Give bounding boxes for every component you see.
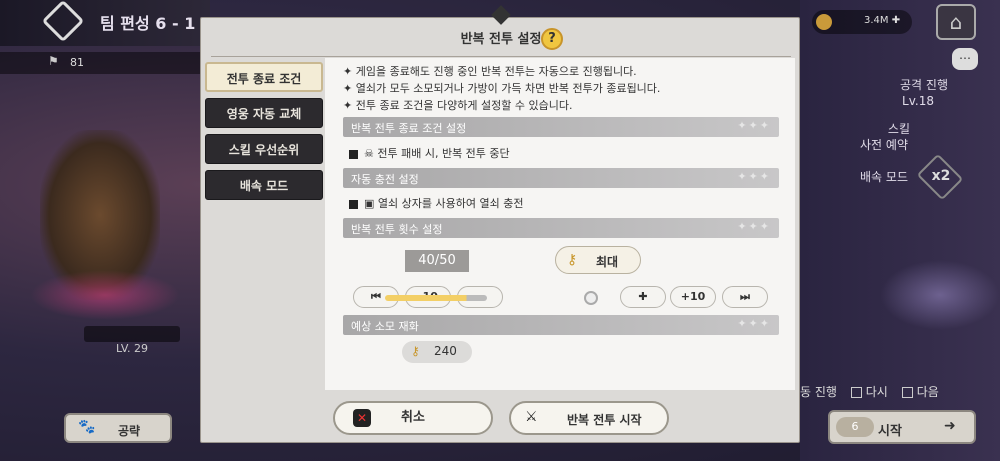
- decor-icon: ✦✦✦: [737, 220, 771, 233]
- skill-label: 스킬: [887, 122, 910, 136]
- option-label: 전투 패배 시, 반복 전투 중단: [377, 147, 510, 160]
- auto-progress-label: 동 진행: [800, 385, 837, 399]
- tab-end-condition[interactable]: 전투 종료 조건: [205, 62, 323, 92]
- section-title: 반복 전투 횟수 설정: [351, 223, 443, 236]
- repeat-count-slider[interactable]: [385, 295, 487, 301]
- skip-forward-icon: ⏭: [740, 290, 750, 303]
- tab-auto-hero-swap[interactable]: 영웅 자동 교체: [205, 98, 323, 128]
- start-repeat-label: 반복 전투 시작: [567, 413, 642, 427]
- hero-rank-bar: [84, 326, 180, 342]
- note-item: ✦ 전투 종료 조건을 다양하게 설정할 수 있습니다.: [343, 99, 573, 112]
- enemy-character: [880, 260, 1000, 330]
- stop-on-defeat-option[interactable]: ☠ 전투 패배 시, 반복 전투 중단: [349, 145, 510, 161]
- repeat-battle-dialog: 반복 전투 설정 ? 전투 종료 조건 영웅 자동 교체 스킬 우선순위 배속 …: [200, 5, 800, 443]
- skill-reserve-label: 사전 예약: [860, 138, 908, 152]
- chat-icon: …: [959, 48, 971, 62]
- page-title: 팀 편성 6 - 1: [100, 14, 196, 33]
- start-label: 시작: [878, 424, 902, 439]
- cat-icon: 🐾: [78, 419, 96, 435]
- section-header: 반복 전투 종료 조건 설정 ✦✦✦: [343, 117, 779, 137]
- key-icon: ⚷: [411, 344, 420, 358]
- strategy-label: 공략: [118, 424, 141, 438]
- hero-level: LV. 29: [116, 342, 149, 355]
- slider-handle[interactable]: [583, 291, 598, 305]
- plus-button[interactable]: ✚: [620, 286, 666, 308]
- cost-value: 240: [434, 344, 457, 358]
- plus-10-button[interactable]: +10: [670, 286, 716, 308]
- attack-level: Lv.18: [902, 94, 934, 108]
- team-power-value: 81: [70, 56, 84, 69]
- plus-icon: ✚: [638, 290, 648, 303]
- arrow-right-icon: ➜: [944, 418, 956, 434]
- skip-back-icon: ⏮: [371, 290, 381, 303]
- hero-glow: [30, 270, 180, 320]
- key-box-charge-option[interactable]: ▣ 열쇠 상자를 사용하여 열쇠 충전: [349, 195, 523, 211]
- speed-mode-label: 배속 모드: [860, 170, 908, 184]
- settings-content: ✦ 게임을 종료해도 진행 중인 반복 전투는 자동으로 진행됩니다. ✦ 열쇠…: [325, 58, 795, 390]
- note-item: ✦ 게임을 종료해도 진행 중인 반복 전투는 자동으로 진행됩니다.: [343, 65, 637, 78]
- next-checkbox[interactable]: [901, 387, 913, 398]
- section-title: 예상 소모 재화: [351, 320, 419, 333]
- battle-options: 동 진행 다시 다음: [800, 383, 1000, 403]
- home-icon: ⌂: [949, 10, 963, 34]
- option-label: 열쇠 상자를 사용하여 열쇠 충전: [377, 197, 524, 210]
- section-title: 반복 전투 종료 조건 설정: [351, 122, 467, 135]
- close-icon: ✕: [353, 409, 371, 427]
- decor-icon: ✦✦✦: [737, 170, 771, 183]
- attack-progress-label: 공격 진행: [900, 78, 948, 92]
- tab-speed-mode[interactable]: 배속 모드: [205, 170, 323, 200]
- last-button[interactable]: ⏭: [722, 286, 768, 308]
- tab-skill-priority[interactable]: 스킬 우선순위: [205, 134, 323, 164]
- home-button[interactable]: ⌂: [936, 4, 976, 40]
- skull-icon: ☠: [364, 147, 378, 160]
- chat-button[interactable]: …: [952, 48, 978, 70]
- decor-icon: ✦✦✦: [737, 317, 771, 330]
- repeat-count-display: 40/50: [405, 250, 469, 272]
- flag-icon: ⚑: [48, 54, 59, 68]
- max-label: 최대: [596, 255, 619, 269]
- checkbox[interactable]: [349, 149, 358, 159]
- section-header: 자동 충전 설정 ✦✦✦: [343, 168, 779, 188]
- help-button[interactable]: ?: [541, 28, 563, 50]
- divider: [211, 56, 791, 57]
- coin-icon: [816, 14, 832, 30]
- gold-value: 3.4M: [864, 15, 889, 26]
- section-title: 자동 충전 설정: [351, 173, 419, 186]
- key-icon: ⚷: [567, 252, 578, 268]
- again-label: 다시: [865, 385, 888, 399]
- team-power-bar: 81: [0, 52, 200, 74]
- again-checkbox[interactable]: [850, 387, 862, 398]
- start-cost-badge: 6: [836, 417, 874, 437]
- note-item: ✦ 열쇠가 모두 소모되거나 가방이 가득 차면 반복 전투가 종료됩니다.: [343, 82, 661, 95]
- key-box-icon: ▣: [364, 197, 378, 210]
- section-header: 반복 전투 횟수 설정 ✦✦✦: [343, 218, 779, 238]
- decor-icon: ✦✦✦: [737, 119, 771, 132]
- add-gold-icon[interactable]: ✚: [892, 15, 900, 26]
- next-label: 다음: [916, 385, 939, 399]
- crossed-swords-icon: ⚔: [525, 409, 538, 425]
- dialog-title: 반복 전투 설정: [460, 32, 542, 47]
- section-header: 예상 소모 재화 ✦✦✦: [343, 315, 779, 335]
- speed-value: x2: [931, 168, 951, 184]
- checkbox[interactable]: [349, 199, 358, 209]
- cancel-label: 취소: [401, 410, 425, 425]
